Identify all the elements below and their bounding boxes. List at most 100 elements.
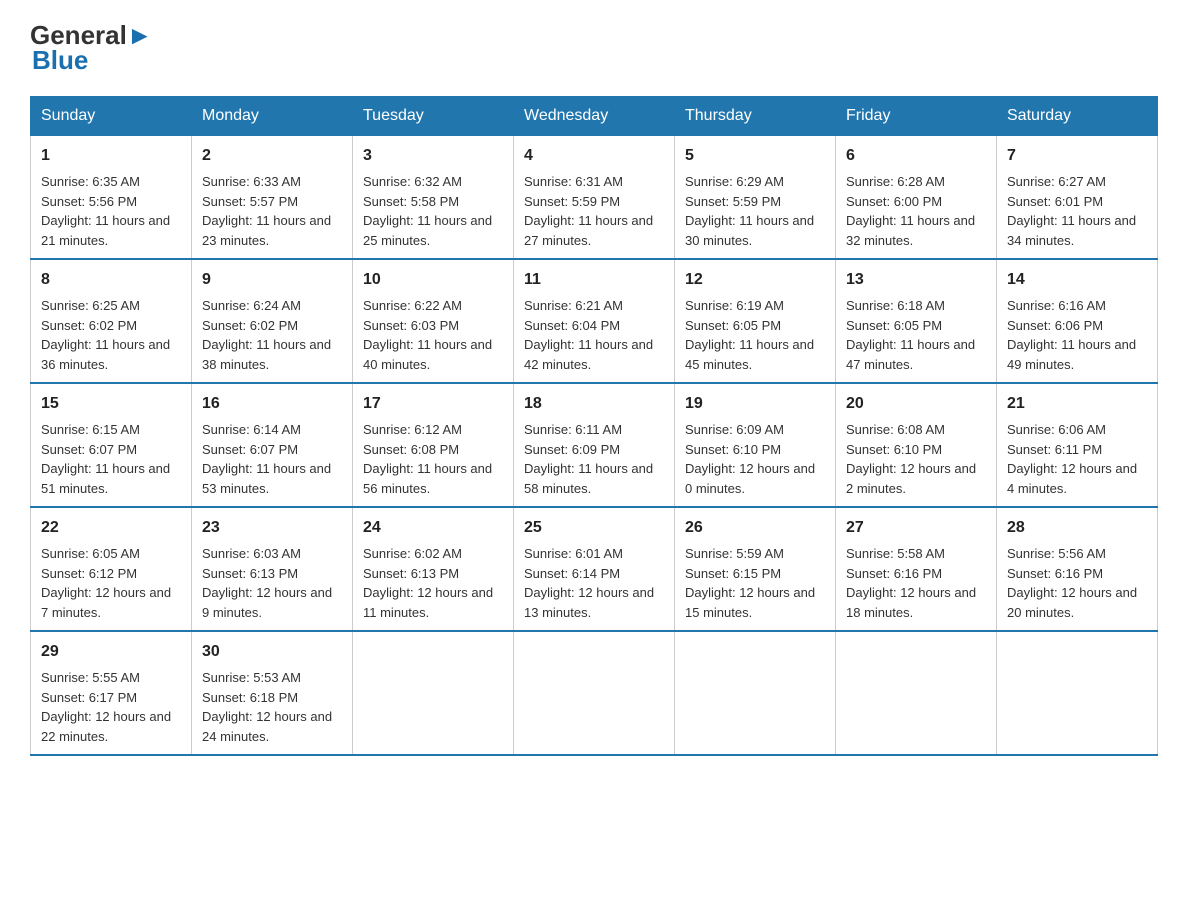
day-info: Sunrise: 6:05 AMSunset: 6:12 PMDaylight:… xyxy=(41,544,181,622)
day-info: Sunrise: 6:01 AMSunset: 6:14 PMDaylight:… xyxy=(524,544,664,622)
calendar-cell: 10 Sunrise: 6:22 AMSunset: 6:03 PMDayligh… xyxy=(353,259,514,383)
day-number: 27 xyxy=(846,516,986,540)
calendar-cell: 15Sunrise: 6:15 AMSunset: 6:07 PMDayligh… xyxy=(31,383,192,507)
calendar-cell: 8 Sunrise: 6:25 AMSunset: 6:02 PMDaylight… xyxy=(31,259,192,383)
day-info: Sunrise: 6:02 AMSunset: 6:13 PMDaylight:… xyxy=(363,544,503,622)
day-number: 19 xyxy=(685,392,825,416)
calendar-cell: 27 Sunrise: 5:58 AMSunset: 6:16 PMDayligh… xyxy=(836,507,997,631)
day-number: 24 xyxy=(363,516,503,540)
day-info: Sunrise: 6:18 AMSunset: 6:05 PMDaylight:… xyxy=(846,296,986,374)
calendar-table: SundayMondayTuesdayWednesdayThursdayFrid… xyxy=(30,96,1158,756)
day-number: 23 xyxy=(202,516,342,540)
calendar-cell: 7Sunrise: 6:27 AMSunset: 6:01 PMDaylight… xyxy=(997,136,1158,260)
day-info: Sunrise: 6:27 AMSunset: 6:01 PMDaylight:… xyxy=(1007,172,1147,250)
calendar-cell: 22 Sunrise: 6:05 AMSunset: 6:12 PMDayligh… xyxy=(31,507,192,631)
logo: General► Blue xyxy=(30,20,153,76)
calendar-cell: 16 Sunrise: 6:14 AMSunset: 6:07 PMDayligh… xyxy=(192,383,353,507)
day-info: Sunrise: 5:53 AMSunset: 6:18 PMDaylight:… xyxy=(202,668,342,746)
day-info: Sunrise: 6:14 AMSunset: 6:07 PMDaylight:… xyxy=(202,420,342,498)
day-number: 9 xyxy=(202,268,342,292)
day-info: Sunrise: 6:32 AMSunset: 5:58 PMDaylight:… xyxy=(363,172,503,250)
day-info: Sunrise: 6:03 AMSunset: 6:13 PMDaylight:… xyxy=(202,544,342,622)
day-info: Sunrise: 6:22 AMSunset: 6:03 PMDaylight:… xyxy=(363,296,503,374)
calendar-week-row: 29 Sunrise: 5:55 AMSunset: 6:17 PMDayligh… xyxy=(31,631,1158,755)
day-info: Sunrise: 5:56 AMSunset: 6:16 PMDaylight:… xyxy=(1007,544,1147,622)
calendar-cell: 26Sunrise: 5:59 AMSunset: 6:15 PMDayligh… xyxy=(675,507,836,631)
day-number: 15 xyxy=(41,392,181,416)
calendar-cell: 3 Sunrise: 6:32 AMSunset: 5:58 PMDaylight… xyxy=(353,136,514,260)
calendar-cell: 14 Sunrise: 6:16 AMSunset: 6:06 PMDayligh… xyxy=(997,259,1158,383)
day-info: Sunrise: 6:06 AMSunset: 6:11 PMDaylight:… xyxy=(1007,420,1147,498)
col-header-saturday: Saturday xyxy=(997,97,1158,136)
day-number: 21 xyxy=(1007,392,1147,416)
day-info: Sunrise: 6:11 AMSunset: 6:09 PMDaylight:… xyxy=(524,420,664,498)
calendar-cell xyxy=(997,631,1158,755)
calendar-cell: 4 Sunrise: 6:31 AMSunset: 5:59 PMDaylight… xyxy=(514,136,675,260)
calendar-cell: 25 Sunrise: 6:01 AMSunset: 6:14 PMDayligh… xyxy=(514,507,675,631)
col-header-sunday: Sunday xyxy=(31,97,192,136)
col-header-tuesday: Tuesday xyxy=(353,97,514,136)
day-info: Sunrise: 6:19 AMSunset: 6:05 PMDaylight:… xyxy=(685,296,825,374)
day-info: Sunrise: 6:21 AMSunset: 6:04 PMDaylight:… xyxy=(524,296,664,374)
calendar-cell xyxy=(514,631,675,755)
calendar-cell: 21 Sunrise: 6:06 AMSunset: 6:11 PMDayligh… xyxy=(997,383,1158,507)
calendar-cell: 12 Sunrise: 6:19 AMSunset: 6:05 PMDayligh… xyxy=(675,259,836,383)
calendar-cell: 30 Sunrise: 5:53 AMSunset: 6:18 PMDayligh… xyxy=(192,631,353,755)
col-header-thursday: Thursday xyxy=(675,97,836,136)
day-info: Sunrise: 5:59 AMSunset: 6:15 PMDaylight:… xyxy=(685,544,825,622)
calendar-cell: 28Sunrise: 5:56 AMSunset: 6:16 PMDayligh… xyxy=(997,507,1158,631)
day-info: Sunrise: 6:25 AMSunset: 6:02 PMDaylight:… xyxy=(41,296,181,374)
day-number: 6 xyxy=(846,144,986,168)
day-info: Sunrise: 5:55 AMSunset: 6:17 PMDaylight:… xyxy=(41,668,181,746)
calendar-week-row: 22 Sunrise: 6:05 AMSunset: 6:12 PMDayligh… xyxy=(31,507,1158,631)
calendar-cell: 19Sunrise: 6:09 AMSunset: 6:10 PMDayligh… xyxy=(675,383,836,507)
calendar-cell xyxy=(836,631,997,755)
day-info: Sunrise: 6:29 AMSunset: 5:59 PMDaylight:… xyxy=(685,172,825,250)
day-number: 17 xyxy=(363,392,503,416)
calendar-cell: 29 Sunrise: 5:55 AMSunset: 6:17 PMDayligh… xyxy=(31,631,192,755)
day-number: 13 xyxy=(846,268,986,292)
day-number: 4 xyxy=(524,144,664,168)
calendar-cell xyxy=(675,631,836,755)
page-header: General► Blue xyxy=(30,20,1158,76)
calendar-cell: 2Sunrise: 6:33 AMSunset: 5:57 PMDaylight… xyxy=(192,136,353,260)
day-number: 16 xyxy=(202,392,342,416)
day-number: 18 xyxy=(524,392,664,416)
calendar-cell: 17 Sunrise: 6:12 AMSunset: 6:08 PMDayligh… xyxy=(353,383,514,507)
day-number: 22 xyxy=(41,516,181,540)
calendar-cell xyxy=(353,631,514,755)
day-number: 29 xyxy=(41,640,181,664)
day-number: 14 xyxy=(1007,268,1147,292)
col-header-friday: Friday xyxy=(836,97,997,136)
day-number: 12 xyxy=(685,268,825,292)
day-number: 8 xyxy=(41,268,181,292)
day-info: Sunrise: 6:28 AMSunset: 6:00 PMDaylight:… xyxy=(846,172,986,250)
day-number: 1 xyxy=(41,144,181,168)
day-number: 30 xyxy=(202,640,342,664)
day-info: Sunrise: 6:08 AMSunset: 6:10 PMDaylight:… xyxy=(846,420,986,498)
calendar-cell: 23 Sunrise: 6:03 AMSunset: 6:13 PMDayligh… xyxy=(192,507,353,631)
day-info: Sunrise: 5:58 AMSunset: 6:16 PMDaylight:… xyxy=(846,544,986,622)
day-info: Sunrise: 6:16 AMSunset: 6:06 PMDaylight:… xyxy=(1007,296,1147,374)
logo-flag: ► xyxy=(127,20,153,51)
calendar-week-row: 1Sunrise: 6:35 AMSunset: 5:56 PMDaylight… xyxy=(31,136,1158,260)
day-number: 5 xyxy=(685,144,825,168)
day-info: Sunrise: 6:12 AMSunset: 6:08 PMDaylight:… xyxy=(363,420,503,498)
col-header-wednesday: Wednesday xyxy=(514,97,675,136)
day-number: 20 xyxy=(846,392,986,416)
calendar-cell: 5 Sunrise: 6:29 AMSunset: 5:59 PMDaylight… xyxy=(675,136,836,260)
calendar-cell: 13 Sunrise: 6:18 AMSunset: 6:05 PMDayligh… xyxy=(836,259,997,383)
day-number: 3 xyxy=(363,144,503,168)
calendar-week-row: 8 Sunrise: 6:25 AMSunset: 6:02 PMDaylight… xyxy=(31,259,1158,383)
day-number: 10 xyxy=(363,268,503,292)
day-number: 25 xyxy=(524,516,664,540)
day-info: Sunrise: 6:33 AMSunset: 5:57 PMDaylight:… xyxy=(202,172,342,250)
col-header-monday: Monday xyxy=(192,97,353,136)
day-number: 11 xyxy=(524,268,664,292)
calendar-cell: 18 Sunrise: 6:11 AMSunset: 6:09 PMDayligh… xyxy=(514,383,675,507)
calendar-cell: 11 Sunrise: 6:21 AMSunset: 6:04 PMDayligh… xyxy=(514,259,675,383)
calendar-cell: 24 Sunrise: 6:02 AMSunset: 6:13 PMDayligh… xyxy=(353,507,514,631)
calendar-cell: 20 Sunrise: 6:08 AMSunset: 6:10 PMDayligh… xyxy=(836,383,997,507)
day-info: Sunrise: 6:31 AMSunset: 5:59 PMDaylight:… xyxy=(524,172,664,250)
day-info: Sunrise: 6:24 AMSunset: 6:02 PMDaylight:… xyxy=(202,296,342,374)
